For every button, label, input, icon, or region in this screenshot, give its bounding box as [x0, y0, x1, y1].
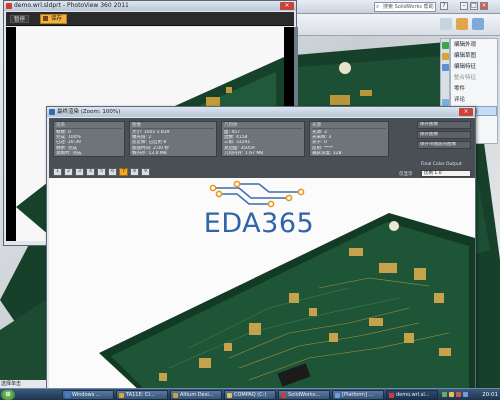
render-stats-bar: 渲染 帧数: 0 完成: 100% 已过: 20:39 剩余: 完成 总帧时: …	[49, 118, 475, 178]
help-search-placeholder: 搜索 SolidWorks 帮助	[383, 4, 434, 10]
frame-button[interactable]: 5	[97, 168, 106, 176]
frame-button[interactable]: 9	[141, 168, 150, 176]
restore-button[interactable]: □	[470, 2, 478, 10]
save-image-button[interactable]: 保存图像	[417, 121, 471, 129]
photoview-titlebar[interactable]: demo.wrl.sldprt - PhotoView 360 2011 ×	[4, 1, 296, 11]
taskbar-item[interactable]: Windows ...	[62, 390, 114, 400]
render-close-button[interactable]: ×	[459, 108, 473, 116]
stats-line: 总帧时: 完成	[56, 150, 82, 156]
taskbar-item-label: Windows ...	[72, 392, 101, 398]
output-mode-label: Final Color Output	[421, 162, 462, 167]
save-icon	[43, 16, 48, 21]
help-search-input[interactable]: ⌕ 搜索 SolidWorks 帮助	[374, 2, 436, 12]
sketch-icon[interactable]	[442, 53, 449, 60]
taskbar-app-icon	[389, 393, 394, 398]
start-button[interactable]: ⊞	[1, 390, 15, 400]
render-app-icon	[49, 109, 55, 115]
taskbar: ⊞ Windows ... TA11E: CI... Altium Desi... C…	[0, 388, 500, 400]
toolbar-render-icon[interactable]	[456, 18, 468, 30]
stats-panel-geometry: 几何体 面: 457 边数: 4158 三角: 33291 总边面: 35059…	[221, 121, 305, 157]
logo-text: EDA365	[203, 208, 315, 239]
save-layered-image-button[interactable]: 保存带图层的图像	[417, 141, 471, 149]
stats-line: 帧内存: 13.0 MB	[132, 150, 167, 156]
menu-item-edit-appearance[interactable]: 编辑外观	[451, 40, 497, 50]
render-body: 渲染 帧数: 0 完成: 100% 已过: 20:39 剩余: 完成 总帧时: …	[49, 118, 475, 391]
stats-panel-heading: 渲染	[56, 123, 122, 129]
stats-panel-heading: 图像	[132, 123, 214, 129]
taskbar-item-label: COMPAQ (C:)	[234, 392, 267, 398]
frame-button[interactable]: 6	[108, 168, 117, 176]
frame-button[interactable]: 4	[86, 168, 95, 176]
appearance-icon[interactable]	[442, 42, 449, 49]
menu-item-part[interactable]: 零件	[451, 84, 497, 94]
taskbar-app-icon	[281, 393, 286, 398]
taskbar-item-label: Altium Desi...	[180, 392, 214, 398]
save-button[interactable]: 保存	[40, 14, 68, 24]
final-render-window: 最终渲染 (Zoom: 100%) × 渲染 帧数: 0 完成: 100% 已过…	[46, 106, 476, 392]
save-button-label: 保存	[51, 16, 63, 22]
windows-logo-icon: ⊞	[5, 391, 11, 398]
menu-item-edit-sketch[interactable]: 编辑草图	[451, 51, 497, 61]
eda365-logo: EDA365	[199, 180, 319, 240]
stats-panel-heading: 几何体	[224, 123, 302, 129]
menu-item-merge-feature: 整合特征	[454, 75, 477, 81]
stats-panel-lights: 光源 光源: 3 光采样: 3 光子: 0 反射: **** 捕获深度: 128	[309, 121, 389, 157]
stop-button[interactable]: 暂停	[10, 15, 30, 23]
stats-line: 捕获深度: 128	[312, 150, 342, 156]
solidworks-toolbar	[290, 14, 500, 36]
output-scale-select[interactable]: 比例 1.0	[421, 170, 471, 177]
minimize-button[interactable]: –	[460, 2, 468, 10]
taskbar-item[interactable]: SolidWorks...	[278, 390, 330, 400]
window-icon[interactable]	[442, 99, 449, 106]
taskbar-app-icon	[65, 393, 70, 398]
stats-panel-render: 渲染 帧数: 0 完成: 100% 已过: 20:39 剩余: 完成 总帧时: …	[53, 121, 125, 157]
search-icon: ⌕	[376, 3, 380, 10]
taskbar-item[interactable]: demo.wrl.sl...	[386, 390, 438, 400]
render-titlebar[interactable]: 最终渲染 (Zoom: 100%) ×	[47, 107, 475, 117]
network-icon[interactable]	[442, 392, 447, 397]
clock[interactable]: 20:01	[482, 390, 498, 400]
stats-panel-image: 图像 大小: 1001 x 839 曝光值: 2 反走样: 已启用 8 加速时间…	[129, 121, 217, 157]
menu-item-edit-feature[interactable]: 编辑特征	[451, 62, 497, 72]
toolbar-view-icon[interactable]	[440, 18, 452, 30]
photoview-app-icon	[6, 3, 12, 9]
output-display-label: 仅显示	[399, 172, 413, 177]
taskbar-item-label: TA11E: CI...	[126, 392, 155, 398]
close-button[interactable]: ×	[480, 2, 488, 10]
frame-button[interactable]: 3	[75, 168, 84, 176]
menu-item-comment[interactable]: 评论	[451, 95, 497, 105]
frame-button-current[interactable]: 7	[119, 168, 128, 176]
taskbar-item[interactable]: [Platform] ...	[332, 390, 384, 400]
volume-icon[interactable]	[449, 392, 454, 397]
photoview-toolbar: 暂停 保存	[6, 12, 294, 26]
taskbar-item[interactable]: Altium Desi...	[170, 390, 222, 400]
taskbar-app-icon	[227, 393, 232, 398]
photoview-close-button[interactable]: ×	[280, 2, 294, 10]
help-icon[interactable]: ?	[440, 2, 448, 10]
frame-button[interactable]: 8	[130, 168, 139, 176]
system-tray: 20:01	[440, 390, 499, 400]
save-image-alt-button[interactable]: 保存图像	[417, 131, 471, 139]
taskbar-app-icon	[119, 393, 124, 398]
taskbar-item-label: SolidWorks...	[288, 392, 321, 398]
solidworks-titlebar: ⌕ 搜索 SolidWorks 帮助 ? – □ ×	[290, 0, 500, 14]
feature-icon[interactable]	[442, 64, 449, 71]
photoview-title: demo.wrl.sldprt - PhotoView 360 2011	[14, 2, 129, 9]
taskbar-item-label: [Platform] ...	[342, 392, 374, 398]
circuit-trace-logo-graphic	[209, 180, 305, 208]
taskbar-item[interactable]: COMPAQ (C:)	[224, 390, 276, 400]
antivirus-icon[interactable]	[456, 392, 461, 397]
toolbar-scene-icon[interactable]	[472, 18, 484, 30]
taskbar-app-icon	[173, 393, 178, 398]
stats-line: 几何内存: 1.67 MB	[224, 150, 264, 156]
taskbar-item[interactable]: TA11E: CI...	[116, 390, 168, 400]
input-method-icon[interactable]	[463, 392, 468, 397]
taskbar-item-label: demo.wrl.sl...	[396, 392, 430, 398]
frame-button[interactable]: 2	[64, 168, 73, 176]
render-title: 最终渲染 (Zoom: 100%)	[57, 109, 121, 115]
status-bar-text: 选择单击	[0, 380, 46, 388]
stats-panel-heading: 光源	[312, 123, 386, 129]
frame-button[interactable]: 1	[53, 168, 62, 176]
taskbar-app-icon	[335, 393, 340, 398]
